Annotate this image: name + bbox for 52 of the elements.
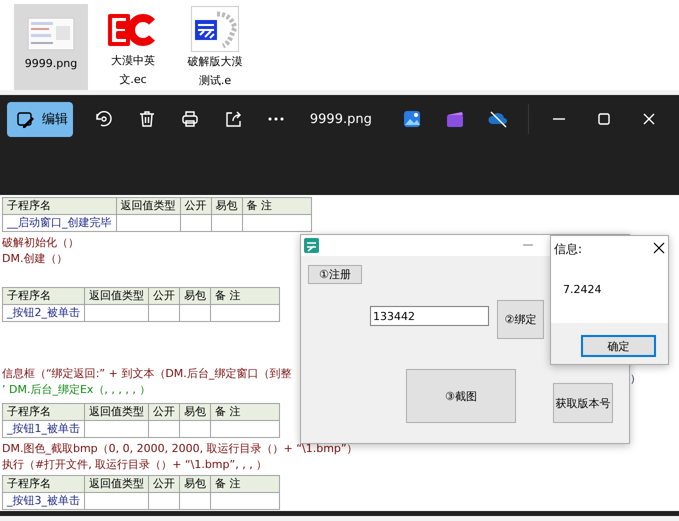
- file-label: 破解版大漠 测试.e: [188, 54, 242, 89]
- screenshot-button[interactable]: ③截图: [406, 369, 516, 423]
- column-header: 公开: [148, 404, 180, 420]
- app-logo-icon: [304, 238, 319, 253]
- column-header: 子程序名: [2, 198, 116, 214]
- desktop-item[interactable]: 破解版大漠 测试.e: [178, 4, 252, 90]
- bind-button[interactable]: ②绑定: [497, 300, 544, 339]
- column-header: 易包: [180, 288, 210, 304]
- column-header: 返回值类型: [116, 198, 180, 214]
- column-header: 备 注: [242, 198, 311, 214]
- column-header: 易包: [211, 198, 242, 214]
- column-header: 公开: [180, 198, 211, 214]
- code-line: DM.创建（）: [2, 251, 68, 267]
- subroutine-name: _按钮2_被单击: [2, 304, 84, 322]
- column-header: 公开: [148, 288, 180, 304]
- code-line: 执行（#打开文件, 取运行目录（）+ “\1.bmp”, , , ）: [2, 457, 268, 473]
- register-button[interactable]: ①注册: [308, 265, 362, 284]
- edit-image-icon: [17, 110, 35, 128]
- message-text: 7.2424: [563, 283, 602, 296]
- e-file-icon: [191, 6, 239, 52]
- desktop-item[interactable]: 大漠中英 文.ec: [96, 4, 170, 90]
- desktop-item[interactable]: 9999.png: [14, 4, 88, 90]
- column-header: 易包: [180, 476, 210, 492]
- dialog-title: 信息:: [554, 241, 582, 258]
- code-comment: ’ DM.后台_绑定Ex（, , , , , ）: [2, 382, 150, 398]
- column-header: 易包: [180, 404, 210, 420]
- column-header: 子程序名: [2, 476, 84, 492]
- column-header: 返回值类型: [84, 288, 148, 304]
- file-label: 大漠中英 文.ec: [111, 53, 155, 88]
- subroutine-name: _按钮3_被单击: [2, 492, 84, 510]
- subroutine-name: _按钮1_被单击: [2, 420, 84, 438]
- file-name: 9999.png: [308, 112, 373, 126]
- column-header: 备 注: [210, 288, 280, 304]
- column-header: 备 注: [210, 476, 280, 492]
- column-header: 备 注: [210, 404, 280, 420]
- input-field[interactable]: 133442: [370, 306, 489, 326]
- file-label: 9999.png: [24, 56, 78, 72]
- column-header: 返回值类型: [84, 476, 148, 492]
- edit-button[interactable]: 编辑: [7, 102, 73, 136]
- column-header: 公开: [148, 476, 180, 492]
- column-header: 子程序名: [2, 288, 84, 304]
- code-text: ）: [630, 371, 641, 386]
- code-line: DM.图色_截取bmp（0, 0, 2000, 2000, 取运行目录（）+ “\1.bmp”）: [2, 441, 358, 457]
- column-header: 子程序名: [2, 404, 84, 420]
- code-line: 破解初始化（）: [2, 235, 79, 251]
- code-line: 信息框（“绑定返回:” + 到文本（DM.后台_绑定窗口（到整: [2, 366, 292, 382]
- subroutine-name: __启动窗口_创建完毕: [2, 214, 116, 232]
- version-button[interactable]: 获取版本号: [553, 383, 613, 423]
- column-header: 返回值类型: [84, 404, 148, 420]
- close-icon: [653, 242, 665, 254]
- image-thumbnail-icon: [28, 18, 74, 50]
- ok-button[interactable]: 确定: [581, 335, 656, 357]
